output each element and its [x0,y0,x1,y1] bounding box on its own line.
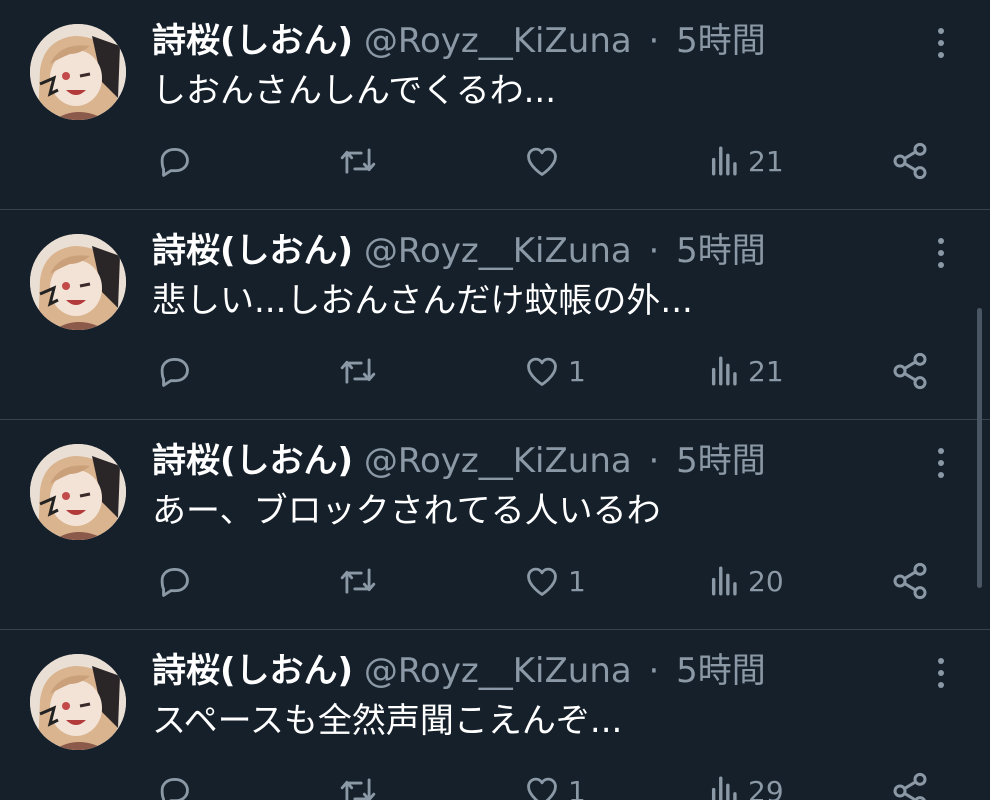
tweet-actions: 1 21 [0,348,990,394]
share-icon [893,772,927,800]
like-button[interactable]: 1 [522,348,586,394]
timestamp[interactable]: 5時間 [676,441,766,481]
separator-dot: · [648,21,660,61]
separator-dot: · [648,651,660,691]
user-handle[interactable]: @Royz__KiZuna [364,21,632,61]
timestamp[interactable]: 5時間 [676,21,766,61]
view-count: 29 [748,774,784,800]
views-button[interactable]: 20 [708,558,784,604]
heart-icon [527,777,557,800]
reply-button[interactable] [155,138,199,184]
more-icon[interactable] [926,26,956,60]
views-icon [711,146,737,176]
scrollbar[interactable] [977,308,982,588]
display-name[interactable]: 詩桜(しおん) [152,651,353,691]
tweet-header: 詩桜(しおん) @Royz__KiZuna · 5時間 [152,18,766,64]
heart-icon [527,357,557,386]
reply-icon [160,568,189,597]
user-handle[interactable]: @Royz__KiZuna [364,651,632,691]
retweet-button[interactable] [336,138,386,184]
view-count: 21 [748,354,784,388]
view-count: 21 [748,144,784,178]
tweet-text: しおんさんしんでくるわ... [152,71,557,111]
views-icon [711,566,737,596]
share-button[interactable] [890,348,930,394]
like-count: 1 [568,564,586,598]
share-button[interactable] [890,558,930,604]
views-icon [711,356,737,386]
tweet-header: 詩桜(しおん) @Royz__KiZuna · 5時間 [152,648,766,694]
user-handle[interactable]: @Royz__KiZuna [364,231,632,271]
reply-icon [160,778,189,800]
retweet-button[interactable] [336,348,386,394]
timeline-feed: 詩桜(しおん) @Royz__KiZuna · 5時間 しおんさんしんでくるわ.… [0,0,990,800]
heart-icon [527,567,557,596]
separator-dot: · [648,441,660,481]
reply-button[interactable] [155,558,199,604]
tweet-header: 詩桜(しおん) @Royz__KiZuna · 5時間 [152,228,766,274]
more-icon[interactable] [926,236,956,270]
avatar[interactable] [30,24,126,120]
more-icon[interactable] [926,446,956,480]
tweet-actions: 1 20 [0,558,990,604]
user-handle[interactable]: @Royz__KiZuna [364,441,632,481]
share-icon [893,562,927,600]
like-count: 1 [568,354,586,388]
retweet-icon [340,568,376,594]
tweet[interactable]: 詩桜(しおん) @Royz__KiZuna · 5時間 しおんさんしんでくるわ.… [0,0,990,210]
avatar[interactable] [30,234,126,330]
display-name[interactable]: 詩桜(しおん) [152,231,353,271]
reply-button[interactable] [155,768,199,800]
views-button[interactable]: 21 [708,348,784,394]
share-button[interactable] [890,138,930,184]
timestamp[interactable]: 5時間 [676,231,766,271]
tweet[interactable]: 詩桜(しおん) @Royz__KiZuna · 5時間 スペースも全然声聞こえん… [0,630,990,800]
timestamp[interactable]: 5時間 [676,651,766,691]
heart-icon [527,147,557,176]
tweet-actions: 21 [0,138,990,184]
views-button[interactable]: 21 [708,138,784,184]
retweet-icon [340,148,376,174]
more-icon[interactable] [926,656,956,690]
avatar[interactable] [30,654,126,750]
avatar-illustration [30,654,126,750]
share-button[interactable] [890,768,930,800]
avatar-illustration [30,24,126,120]
views-icon [711,776,737,800]
tweet-actions: 1 29 [0,768,990,800]
tweet-text: 悲しい...しおんさんだけ蚊帳の外... [152,281,693,321]
views-button[interactable]: 29 [708,768,784,800]
separator-dot: · [648,231,660,271]
tweet-text: あー、ブロックされてる人いるわ [152,491,661,531]
share-icon [893,352,927,390]
avatar-illustration [30,234,126,330]
tweet[interactable]: 詩桜(しおん) @Royz__KiZuna · 5時間 悲しい...しおんさんだ… [0,210,990,420]
like-button[interactable]: 1 [522,768,586,800]
reply-button[interactable] [155,348,199,394]
display-name[interactable]: 詩桜(しおん) [152,21,353,61]
reply-icon [160,358,189,387]
reply-icon [160,148,189,177]
tweet-header: 詩桜(しおん) @Royz__KiZuna · 5時間 [152,438,766,484]
tweet-text: スペースも全然声聞こえんぞ... [152,701,623,741]
retweet-icon [340,778,376,800]
tweet[interactable]: 詩桜(しおん) @Royz__KiZuna · 5時間 あー、ブロックされてる人… [0,420,990,630]
retweet-button[interactable] [336,768,386,800]
retweet-icon [340,358,376,384]
view-count: 20 [748,564,784,598]
share-icon [893,142,927,180]
avatar[interactable] [30,444,126,540]
avatar-illustration [30,444,126,540]
like-count: 1 [568,774,586,800]
retweet-button[interactable] [336,558,386,604]
like-button[interactable]: 1 [522,558,586,604]
display-name[interactable]: 詩桜(しおん) [152,441,353,481]
like-button[interactable] [522,138,568,184]
